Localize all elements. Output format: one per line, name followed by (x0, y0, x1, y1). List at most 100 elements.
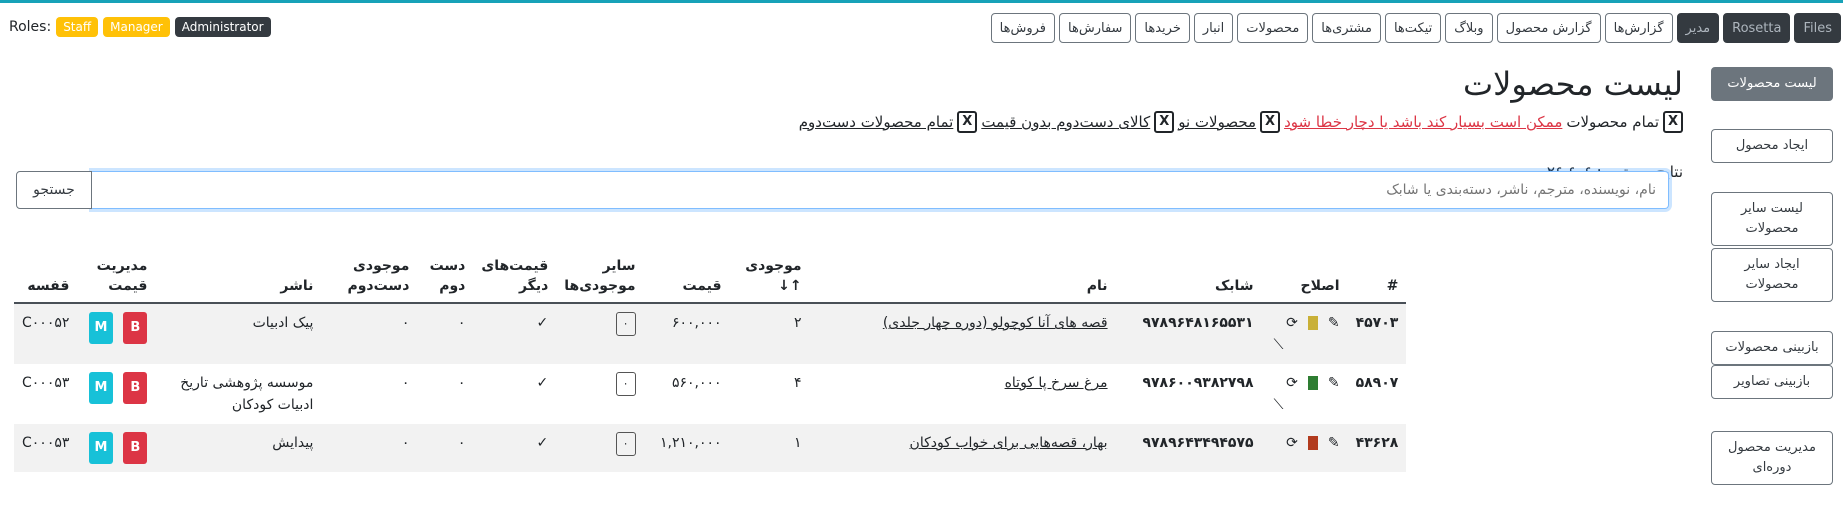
row-shelf: C۰۰۰۵۲ (14, 303, 78, 364)
chart-icon[interactable]: ⟋ (1274, 337, 1284, 353)
nav-files[interactable]: Files (1794, 13, 1841, 43)
row-other-prices: ✓ (473, 424, 557, 472)
sidebar-periodic-product-management[interactable]: مدیریت محصول دوره‌ای (1711, 431, 1833, 485)
table-row: ۴۵۷۰۳ ✎ ⟳ ⟋ ۹۷۸۹۶۴۸۱۶۵۵۳۱ قصه های آنا کو… (14, 303, 1407, 364)
nav-tickets[interactable]: تیکت‌ها (1384, 13, 1442, 43)
product-name-link[interactable]: مرغ سرخ پا کوتاه (1005, 375, 1108, 391)
nav-orders[interactable]: سفارش‌ها (1059, 13, 1132, 43)
product-name-link[interactable]: قصه های آنا کوچولو (دوره چهار جلدی) (883, 315, 1108, 331)
sidebar-create-other-products[interactable]: ایجاد سایر محصولات (1711, 248, 1833, 302)
col-name: نام (809, 250, 1116, 304)
row-stock: ۴ (794, 375, 802, 391)
m-button[interactable]: M (88, 372, 113, 404)
search-input[interactable] (92, 171, 1669, 209)
excel-icon: X (1154, 111, 1175, 133)
sidebar-create-product[interactable]: ایجاد محصول (1711, 129, 1833, 163)
all-products-prefix: تمام محصولات (1566, 113, 1659, 131)
nav-purchases[interactable]: خریدها (1135, 13, 1190, 43)
nav-reports[interactable]: گزارش‌ها (1604, 13, 1673, 43)
pencil-icon[interactable]: ✎ (1328, 432, 1340, 454)
products-table: # اصلاح شابک نام موجودی ↑↓ قیمت سایر موج… (14, 250, 1407, 472)
row-other-stock-cell: ۰ (556, 424, 644, 472)
nav-products[interactable]: محصولات (1237, 13, 1309, 43)
export-links: X تمام محصولات ممکن است بسیار کند باشد ی… (799, 111, 1683, 133)
table-row: ۴۳۶۲۸ ✎ ⟳ ۹۷۸۹۶۴۳۴۹۴۵۷۵ بهار، قصه‌هایی ب… (14, 424, 1407, 472)
nav-product-report[interactable]: گزارش محصول (1496, 13, 1601, 43)
row-shelf: C۰۰۰۵۳ (14, 424, 78, 472)
row-used-stock: ۰ (321, 303, 418, 364)
product-thumbnail[interactable] (1307, 436, 1318, 450)
link-all-used-products[interactable]: تمام محصولات دست‌دوم (799, 113, 954, 131)
excel-icon: X (957, 111, 978, 133)
roles-bar: Roles: Staff Manager Administrator (9, 17, 271, 37)
nav-customers[interactable]: مشتری‌ها (1312, 13, 1381, 43)
m-button[interactable]: M (88, 432, 113, 464)
sidebar-other-products-list[interactable]: لیست سایر محصولات (1711, 192, 1833, 246)
row-other-prices: ✓ (473, 303, 557, 364)
excel-icon: X (1260, 111, 1281, 133)
b-button[interactable]: B (123, 312, 148, 344)
link-new-products[interactable]: محصولات نو (1178, 113, 1256, 131)
product-thumbnail[interactable] (1307, 316, 1318, 330)
row-price: ۶۰۰,۰۰۰ (643, 303, 730, 364)
row-id: ۴۳۶۲۸ (1347, 424, 1407, 472)
row-stock: ۱ (729, 424, 810, 472)
row-price: ۵۶۰,۰۰۰ (671, 375, 722, 391)
row-publisher: موسسه پژوهشی تاریخ ادبیات کودکان (180, 375, 314, 413)
product-thumbnail[interactable] (1307, 376, 1318, 390)
roles-label: Roles: (9, 19, 52, 35)
b-button[interactable]: B (123, 372, 148, 404)
row-id: ۵۸۹۰۷ (1355, 375, 1399, 391)
b-button[interactable]: B (123, 432, 148, 464)
col-price-management: مدیریت قیمت (77, 250, 156, 304)
product-name-link[interactable]: بهار، قصه‌هایی برای خواب کودکان (910, 435, 1108, 451)
sidebar-product-list[interactable]: لیست محصولات (1711, 67, 1833, 101)
row-price-management: B M (77, 303, 156, 364)
excel-icon: X (1663, 111, 1683, 133)
pencil-icon[interactable]: ✎ (1328, 312, 1340, 334)
row-id: ۴۵۷۰۳ (1347, 303, 1407, 364)
row-name-cell: قصه های آنا کوچولو (دوره چهار جلدی) (809, 303, 1116, 364)
row-edit-cell: ✎ ⟳ (1261, 424, 1348, 472)
other-stock-button[interactable]: ۰ (615, 312, 636, 336)
refresh-icon[interactable]: ⟳ (1286, 432, 1298, 454)
row-other-stock-cell: ۰ (556, 364, 643, 424)
m-button[interactable]: M (88, 312, 113, 344)
col-edit: اصلاح (1261, 250, 1348, 304)
row-other-stock-cell: ۰ (556, 303, 644, 364)
col-used-stock: موجودی دست‌دوم (321, 250, 418, 304)
row-publisher: پیک ادبیات (155, 303, 322, 364)
row-used-stock: ۰ (401, 375, 410, 391)
nav-warehouse[interactable]: انبار (1193, 13, 1234, 43)
other-stock-button[interactable]: ۰ (615, 372, 636, 396)
nav-admin[interactable]: مدیر (1676, 13, 1720, 43)
chart-icon[interactable]: ⟋ (1274, 397, 1284, 413)
pencil-icon[interactable]: ✎ (1328, 372, 1340, 394)
col-publisher: ناشر (155, 250, 322, 304)
nav-rosetta[interactable]: Rosetta (1723, 13, 1791, 43)
sidebar-review-products[interactable]: بازبینی محصولات (1711, 331, 1833, 365)
nav-sales[interactable]: فروش‌ها (990, 13, 1056, 43)
row-other-prices: ✓ (536, 375, 549, 391)
refresh-icon[interactable]: ⟳ (1286, 372, 1298, 394)
row-used: ۰ (457, 375, 466, 391)
row-name-cell: بهار، قصه‌هایی برای خواب کودکان (809, 424, 1116, 472)
top-navigation: فروش‌ها سفارش‌ها خریدها انبار محصولات مش… (990, 13, 1841, 43)
row-name-cell: مرغ سرخ پا کوتاه (810, 364, 1116, 424)
other-stock-button[interactable]: ۰ (615, 432, 636, 456)
search-button[interactable]: جستجو (16, 171, 92, 209)
link-all-products[interactable]: ممکن است بسیار کند باشد یا دچار خطا شود (1284, 113, 1562, 131)
row-isbn: ۹۷۸۹۶۴۸۱۶۵۵۳۱ (1115, 303, 1262, 364)
nav-blog[interactable]: وبلاگ (1445, 13, 1493, 43)
col-used: دست دوم (417, 250, 474, 304)
search-bar: جستجو (16, 171, 1669, 209)
role-badge-staff: Staff (56, 17, 99, 37)
row-edit-cell: ✎ ⟳ ⟋ (1262, 364, 1348, 424)
link-used-without-price[interactable]: کالای دست‌دوم بدون قیمت (981, 113, 1150, 131)
col-stock[interactable]: موجودی ↑↓ (729, 250, 810, 304)
sidebar-review-images[interactable]: بازبینی تصاویر (1711, 365, 1833, 399)
row-price-management: B M (77, 424, 156, 472)
row-publisher: پیدایش (155, 424, 322, 472)
refresh-icon[interactable]: ⟳ (1286, 312, 1298, 334)
col-id: # (1347, 250, 1407, 304)
